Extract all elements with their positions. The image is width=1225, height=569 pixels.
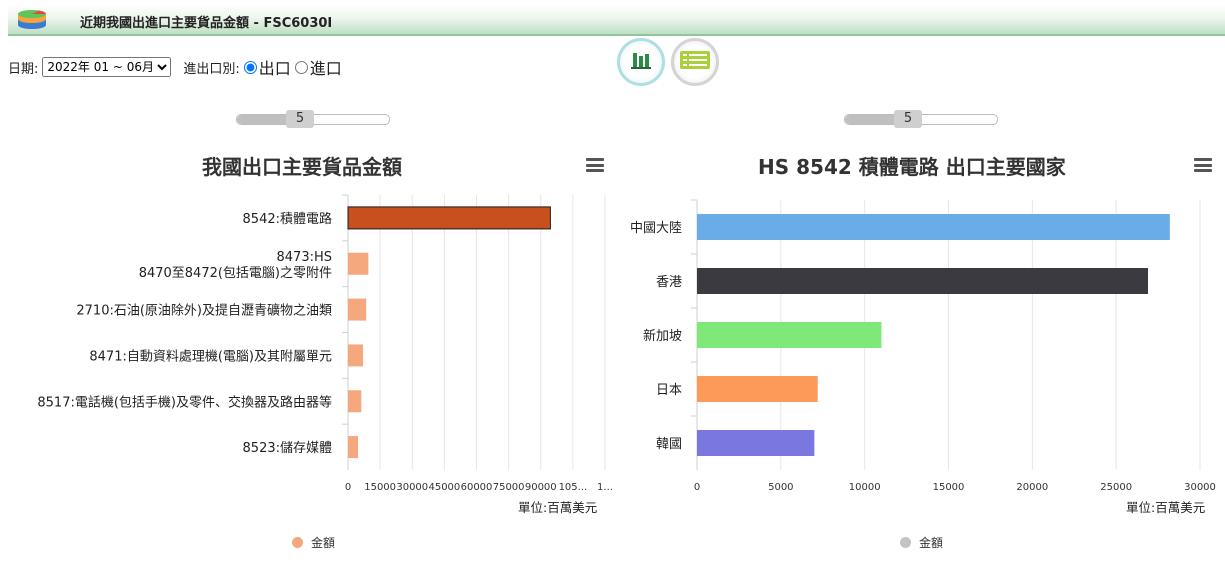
right-x-tick-label: 30000	[1184, 482, 1216, 493]
left-x-tick-label: 1...	[597, 482, 613, 493]
left-category-label: 8471:自動資料處理機(電腦)及其附屬單元	[89, 349, 332, 364]
right-bar	[697, 214, 1170, 240]
right-x-tick-label: 5000	[768, 482, 793, 493]
right-bar	[697, 268, 1149, 294]
right-category-label: 中國大陸	[630, 220, 682, 236]
right-bar	[697, 430, 815, 456]
right-bar	[697, 376, 818, 402]
left-x-tick-label: 105...	[559, 482, 588, 493]
left-category-label: 8473:HS	[277, 250, 333, 265]
right-category-label: 日本	[656, 383, 682, 398]
left-x-tick-label: 45000	[428, 482, 460, 493]
left-bar	[348, 344, 363, 367]
left-x-tick-label: 60000	[461, 482, 493, 493]
right-unit-label: 單位:百萬美元	[1126, 500, 1206, 515]
left-x-tick-label: 15000	[364, 482, 396, 493]
right-legend[interactable]: 金額	[900, 534, 943, 551]
left-legend[interactable]: 金額	[292, 534, 335, 551]
left-category-label: 2710:石油(原油除外)及提自瀝青礦物之油類	[76, 303, 332, 319]
left-category-label: 8517:電話機(包括手機)及零件、交換器及路由器等	[37, 394, 332, 410]
left-x-tick-label: 30000	[396, 482, 428, 493]
left-bar	[347, 206, 551, 230]
charts-canvas: 0 15000 30000 45000 60000 75000 90000 105... 1..…	[37, 194, 1216, 493]
left-legend-label: 金額	[311, 536, 336, 550]
left-bar	[348, 390, 362, 413]
right-x-tick-label: 15000	[933, 482, 965, 493]
left-legend-marker	[292, 537, 303, 548]
right-legend-label: 金額	[919, 536, 944, 550]
left-bar	[348, 298, 367, 321]
right-x-tick-label: 0	[694, 482, 700, 493]
right-legend-marker	[900, 537, 911, 548]
left-category-label: 8470至8472(包括電腦)之零附件	[139, 266, 332, 281]
left-category-label: 8523:儲存媒體	[243, 441, 332, 456]
right-category-label: 韓國	[656, 437, 682, 452]
left-bar	[348, 436, 359, 459]
right-x-tick-label: 20000	[1016, 482, 1048, 493]
left-bar	[348, 252, 369, 275]
left-x-tick-label: 90000	[525, 482, 557, 493]
left-unit-label: 單位:百萬美元	[518, 500, 598, 515]
right-bar	[697, 322, 882, 348]
left-x-tick-label: 0	[345, 482, 351, 493]
right-category-label: 新加坡	[643, 328, 682, 344]
right-x-tick-label: 10000	[849, 482, 881, 493]
right-x-tick-label: 25000	[1100, 482, 1132, 493]
right-category-label: 香港	[656, 275, 682, 290]
left-category-label: 8542:積體電路	[243, 211, 332, 227]
left-x-tick-label: 75000	[493, 482, 525, 493]
